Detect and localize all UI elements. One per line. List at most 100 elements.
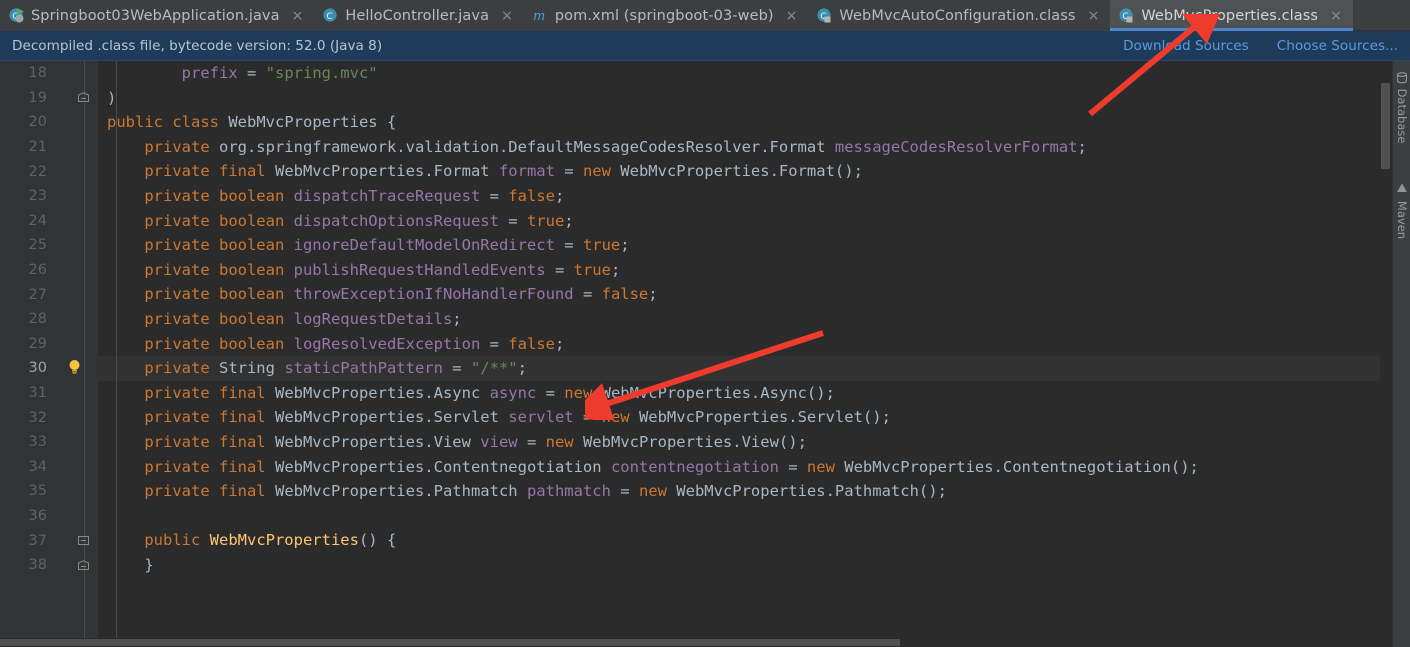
code-line[interactable]: private boolean dispatchOptionsRequest =… [98, 209, 1410, 234]
java-class-icon: C [322, 7, 339, 24]
tool-window-label-database[interactable]: Database [1395, 89, 1409, 144]
code-token-kw: false [508, 186, 555, 205]
code-token-pun [107, 261, 144, 279]
code-token-typ: WebMvcProperties.Pathmatch [274, 482, 527, 501]
close-icon[interactable]: × [290, 9, 306, 23]
code-line[interactable]: public WebMvcProperties() { [98, 528, 1410, 553]
gutter-line[interactable]: 22 [0, 159, 98, 184]
close-icon[interactable]: × [499, 9, 515, 23]
editor-horizontal-scrollbar[interactable] [0, 638, 1392, 647]
code-line[interactable]: private final WebMvcProperties.Contentne… [98, 455, 1410, 480]
code-line[interactable]: ) [98, 86, 1410, 111]
download-sources-link[interactable]: Download Sources [1123, 38, 1249, 54]
code-token-pun [107, 408, 144, 426]
close-icon[interactable]: × [784, 9, 800, 23]
fold-end-icon[interactable] [78, 92, 89, 103]
close-icon[interactable]: × [1328, 9, 1344, 23]
editor-tab-label: WebMvcAutoConfiguration.class [839, 7, 1076, 24]
editor-tab-1[interactable]: C HelloController.java × [314, 0, 524, 31]
code-token-fld: logResolvedException [293, 334, 481, 353]
code-token-pun [107, 162, 144, 180]
code-line[interactable]: private final WebMvcProperties.Async asy… [98, 381, 1410, 406]
code-viewport[interactable]: prefix = "spring.mvc") public class WebMv… [98, 61, 1410, 647]
editor-tab-3[interactable]: C WebMvcAutoConfiguration.class × [808, 0, 1111, 31]
tool-window-label-maven[interactable]: Maven [1395, 201, 1409, 239]
choose-sources-link[interactable]: Choose Sources... [1277, 38, 1398, 54]
code-token-kw: private boolean [144, 211, 294, 230]
code-token-pun: ; [554, 186, 565, 205]
gutter-line[interactable]: 29 [0, 332, 98, 357]
gutter-line[interactable]: 18 [0, 61, 98, 86]
gutter-line[interactable]: 24 [0, 209, 98, 234]
maven-icon[interactable] [1396, 179, 1408, 192]
code-line[interactable]: public class WebMvcProperties { [98, 110, 1410, 135]
code-token-pun: = [536, 383, 565, 402]
gutter-line[interactable]: 36 [0, 504, 98, 529]
database-icon[interactable] [1396, 69, 1408, 84]
gutter-line[interactable]: 31 [0, 381, 98, 406]
gutter-line[interactable]: 28 [0, 307, 98, 332]
code-line[interactable]: private final WebMvcProperties.Format fo… [98, 159, 1410, 184]
gutter-line[interactable]: 21 [0, 135, 98, 160]
gutter-line[interactable]: 37 [0, 528, 98, 553]
code-line[interactable]: private boolean logResolvedException = f… [98, 332, 1410, 357]
code-line[interactable]: private String staticPathPattern = "/**"… [98, 356, 1410, 381]
java-class-run-icon: C [8, 7, 25, 24]
code-line[interactable]: private final WebMvcProperties.Servlet s… [98, 405, 1410, 430]
code-token-kw: private boolean [144, 236, 294, 255]
close-icon[interactable]: × [1086, 9, 1102, 23]
code-token-kw: new [601, 408, 639, 427]
gutter-line[interactable]: 33 [0, 430, 98, 455]
code-line[interactable] [98, 504, 1410, 529]
code-token-pun: ; [517, 359, 527, 378]
gutter-line[interactable]: 34 [0, 455, 98, 480]
hscrollbar-thumb[interactable] [0, 639, 900, 646]
code-line[interactable]: private boolean ignoreDefaultModelOnRedi… [98, 233, 1410, 258]
gutter-line[interactable]: 26 [0, 258, 98, 283]
code-token-pun: = [554, 162, 583, 181]
code-token-pun [107, 138, 144, 156]
gutter-line[interactable]: 35 [0, 479, 98, 504]
gutter-line[interactable]: 19 [0, 86, 98, 111]
editor-vertical-scrollbar[interactable] [1380, 61, 1392, 647]
code-token-pun [107, 458, 144, 476]
code-token-pun: = [573, 285, 602, 304]
code-token-kw: new [545, 432, 583, 451]
code-token-kw: private boolean [144, 260, 294, 279]
code-line[interactable]: private boolean dispatchTraceRequest = f… [98, 184, 1410, 209]
code-line[interactable]: prefix = "spring.mvc" [98, 61, 1410, 86]
ide-window: C Springboot03WebApplication.java × C HelloC… [0, 0, 1410, 647]
editor-tab-4[interactable]: C WebMvcProperties.class × [1110, 0, 1353, 31]
code-token-kw: private boolean [144, 186, 294, 205]
fold-end-icon[interactable] [78, 559, 89, 571]
code-line[interactable]: private org.springframework.validation.D… [98, 135, 1410, 160]
editor-tab-2[interactable]: m pom.xml (springboot-03-web) × [523, 0, 809, 31]
gutter-line[interactable]: 20 [0, 110, 98, 135]
fold-start-icon[interactable] [78, 535, 89, 546]
gutter-line[interactable]: 27 [0, 282, 98, 307]
line-number: 33 [28, 434, 47, 451]
code-line[interactable]: private final WebMvcProperties.Pathmatch… [98, 479, 1410, 504]
code-line[interactable]: private boolean throwExceptionIfNoHandle… [98, 282, 1410, 307]
code-token-kw: new [564, 383, 602, 402]
code-token-pun [107, 236, 144, 254]
code-line[interactable]: private final WebMvcProperties.View view… [98, 430, 1410, 455]
scrollbar-thumb[interactable] [1381, 83, 1390, 169]
editor-tab-0[interactable]: C Springboot03WebApplication.java × [0, 0, 315, 31]
editor-gutter[interactable]: 18 19 20 21 22 23 24 25 26 27 28 29 30 31 32 33 34 35 36 37… [0, 61, 98, 647]
line-number: 23 [28, 188, 47, 205]
line-number: 29 [28, 335, 47, 352]
line-number: 27 [28, 286, 47, 303]
gutter-line[interactable]: 32 [0, 405, 98, 430]
code-line[interactable]: } [98, 553, 1410, 578]
gutter-line[interactable]: 38 [0, 553, 98, 578]
gutter-line[interactable]: 25 [0, 233, 98, 258]
line-number: 38 [28, 557, 47, 574]
code-line[interactable]: private boolean publishRequestHandledEve… [98, 258, 1410, 283]
code-token-pun: ) [107, 88, 117, 107]
code-line[interactable]: private boolean logRequestDetails; [98, 307, 1410, 332]
line-number: 24 [28, 212, 47, 229]
gutter-line[interactable]: 30 [0, 356, 98, 381]
intention-bulb-icon[interactable] [67, 359, 82, 376]
gutter-line[interactable]: 23 [0, 184, 98, 209]
